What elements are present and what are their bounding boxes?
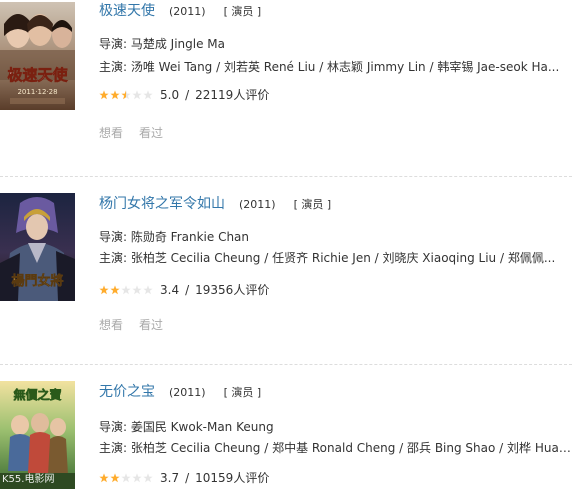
movie-info-2: 杨门女将之军令如山 (2011) [ 演员 ] 导演: 陈勋奇 Frankie Ch… — [99, 193, 572, 335]
rating-score: 3.7 — [160, 471, 180, 485]
star-icon — [143, 285, 153, 295]
movie-cast: 主演: 汤唯 Wei Tang / 刘若英 René Liu / 林志颖 Jim… — [99, 60, 560, 74]
rating-stars — [99, 473, 153, 483]
rating-votes[interactable]: 10159人评价 — [195, 468, 269, 488]
poster-title-text: 极速天使 — [7, 66, 68, 84]
star-icon — [121, 473, 131, 483]
rating-separator: / — [185, 88, 190, 102]
watermark-text: K55.电影网 — [2, 472, 54, 485]
movie-year: (2011) — [169, 386, 206, 399]
movie-poster-1[interactable]: 极速天使 2011·12·28 — [0, 2, 75, 110]
movie-year: (2011) — [239, 198, 276, 211]
star-icon — [110, 285, 120, 295]
movie-info-1: 极速天使 (2011) [ 演员 ] 导演: 马楚成 Jingle Ma 主演: 汤… — [99, 0, 572, 143]
movie-title-link[interactable]: 极速天使 — [99, 3, 155, 19]
poster-date-text: 2011·12·28 — [17, 88, 57, 96]
movie-director: 导演: 马楚成 Jingle Ma — [99, 37, 226, 51]
star-icon — [110, 90, 120, 100]
star-icon — [110, 473, 120, 483]
movie-info-3: 无价之宝 (2011)[ 演员 ] 导演: 姜国民 Kwok-Man Keung … — [99, 381, 572, 488]
movie-role: [ 演员 ] — [293, 198, 332, 211]
movie-actions: 想看 看过 — [99, 123, 572, 143]
rating-score: 3.4 — [160, 283, 180, 297]
movie-cast: 主演: 张柏芝 Cecilia Cheung / 郑中基 Ronald Chen… — [99, 441, 572, 455]
movie-title-line-2: 杨门女将之军令如山 (2011) [ 演员 ] — [99, 193, 572, 213]
watched-button[interactable]: 看过 — [139, 126, 163, 140]
star-icon — [99, 90, 109, 100]
movie-title-line-3: 无价之宝 (2011) [ 演员 ] — [99, 381, 572, 401]
star-icon — [132, 90, 142, 100]
rating-votes[interactable]: 22119人评价 — [195, 85, 269, 105]
star-icon — [99, 285, 109, 295]
star-icon — [121, 90, 131, 100]
want-to-watch-button[interactable]: 想看 — [99, 126, 123, 140]
movie-title-link[interactable]: 杨门女将之军令如山 — [99, 196, 225, 212]
movie-poster-3[interactable]: 無價之寶 K55.电影网 — [0, 381, 75, 489]
movie-cast: 主演: 张柏芝 Cecilia Cheung / 任贤齐 Richie Jen … — [99, 251, 556, 265]
movie-actions: 想看 看过 — [99, 315, 572, 335]
movie-rating: 3.4 / 19356人评价 — [99, 280, 572, 300]
movie-rating: 3.7 / 10159人评价 — [99, 468, 572, 488]
star-icon — [132, 473, 142, 483]
star-icon — [143, 90, 153, 100]
movie-title-line-1: 极速天使 (2011) [ 演员 ] — [99, 0, 572, 20]
rating-stars — [99, 285, 153, 295]
star-icon — [99, 473, 109, 483]
rating-separator: / — [185, 471, 190, 485]
movie-role: [ 演员 ] — [223, 386, 262, 399]
movie-rating: 5.0 / 22119人评价 — [99, 85, 572, 105]
rating-separator: / — [185, 283, 190, 297]
movie-role: [ 演员 ] — [223, 5, 262, 18]
movie-year: (2011) — [169, 5, 206, 18]
want-to-watch-button[interactable]: 想看 — [99, 318, 123, 332]
poster-title-text: 無價之寶 — [13, 387, 61, 402]
rating-votes[interactable]: 19356人评价 — [195, 280, 269, 300]
movie-title-link[interactable]: 无价之宝 — [99, 384, 155, 400]
star-icon — [121, 285, 131, 295]
movie-director: 导演: 陈勋奇 Frankie Chan — [99, 230, 250, 244]
movie-director: 导演: 姜国民 Kwok-Man Keung — [99, 420, 274, 434]
star-icon — [132, 285, 142, 295]
star-icon — [143, 473, 153, 483]
rating-score: 5.0 — [160, 88, 180, 102]
rating-stars — [99, 90, 153, 100]
movie-poster-2[interactable]: 楊門女將 — [0, 193, 75, 301]
watched-button[interactable]: 看过 — [139, 318, 163, 332]
item-divider — [0, 364, 572, 365]
item-divider — [0, 176, 572, 177]
poster-title-text: 楊門女將 — [11, 273, 63, 289]
